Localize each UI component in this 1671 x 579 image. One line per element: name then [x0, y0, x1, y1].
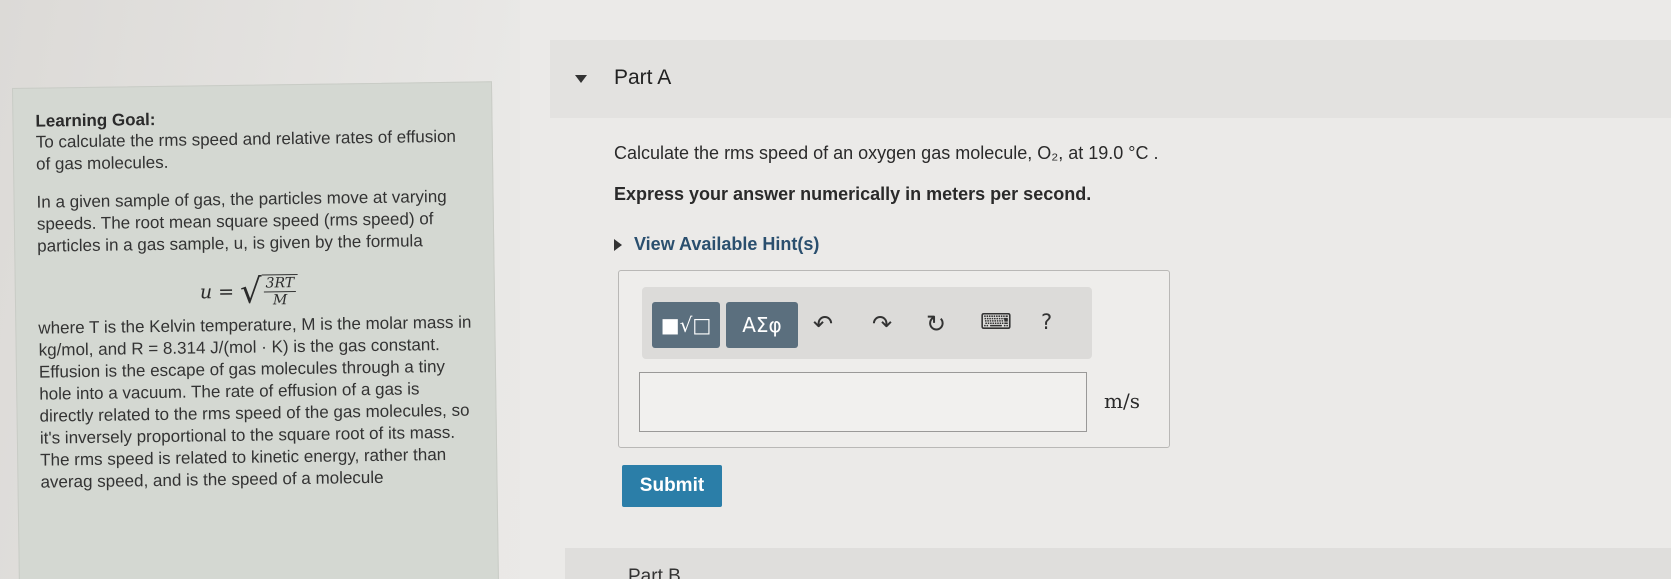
learning-goal-explanation: where T is the Kelvin temperature, M is … [38, 312, 472, 492]
reset-icon[interactable]: ↻ [926, 310, 946, 338]
formula-fraction: 3RT M [261, 274, 299, 309]
answer-input[interactable] [639, 372, 1087, 432]
learning-goal-summary: To calculate the rms speed and relative … [35, 126, 457, 174]
part-b-title[interactable]: Part B [628, 566, 681, 579]
part-b-header[interactable] [565, 548, 1671, 579]
learning-goal-intro: In a given sample of gas, the particles … [36, 186, 447, 256]
part-a-header[interactable] [550, 40, 1671, 118]
formula-numerator: 3RT [263, 275, 297, 293]
answer-unit: m/s [1104, 389, 1140, 413]
redo-icon[interactable]: ↷ [872, 310, 892, 338]
expand-caret-icon [614, 238, 622, 251]
instruction-text: Express your answer numerically in meter… [614, 184, 1092, 204]
formula-denominator: M [272, 292, 288, 309]
submit-button[interactable]: Submit [622, 465, 722, 507]
formula-lhs: u = [199, 280, 235, 304]
question-text: Calculate the rms speed of an oxygen gas… [614, 143, 1159, 163]
help-icon[interactable]: ? [1041, 310, 1052, 334]
view-hints-label: View Available Hint(s) [634, 234, 820, 254]
templates-button[interactable]: ■√□ [652, 302, 720, 348]
sqrt-icon: √ [239, 271, 263, 312]
rms-formula: u = √ 3RT M [199, 271, 474, 312]
learning-goal-panel: Learning Goal: To calculate the rms spee… [12, 81, 499, 579]
undo-icon[interactable]: ↶ [813, 310, 833, 338]
view-hints-link[interactable]: View Available Hint(s) [614, 234, 819, 255]
formula-sqrt: √ 3RT M [239, 271, 299, 312]
part-a-title[interactable]: Part A [614, 66, 671, 90]
keyboard-icon[interactable]: ⌨ [980, 310, 1012, 335]
symbols-button[interactable]: ΑΣφ [726, 302, 798, 348]
collapse-caret-icon[interactable] [575, 75, 587, 83]
